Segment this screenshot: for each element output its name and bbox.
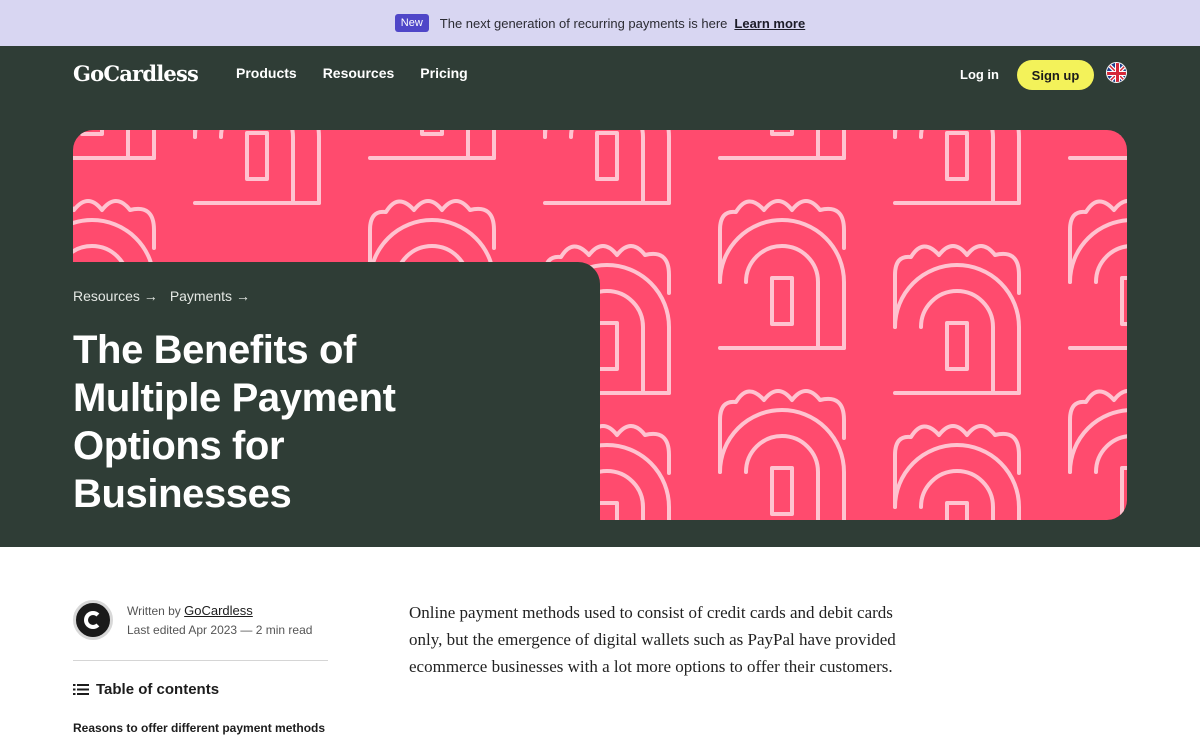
- author-avatar: [73, 600, 113, 640]
- gocardless-logo[interactable]: GoCardless: [73, 61, 199, 86]
- table-of-contents-header[interactable]: Table of contents: [73, 681, 219, 698]
- breadcrumb-resources[interactable]: Resources →: [73, 288, 158, 304]
- new-badge: New: [394, 14, 429, 32]
- written-by-label: Written by: [127, 603, 181, 618]
- author-block: Written by GoCardless Last edited Apr 20…: [73, 600, 312, 640]
- breadcrumb-payments[interactable]: Payments →: [170, 288, 250, 304]
- toc-title: Table of contents: [96, 681, 220, 698]
- learn-more-link[interactable]: Learn more: [734, 16, 805, 31]
- author-name-link[interactable]: GoCardless: [184, 603, 253, 618]
- announcement-bar: New The next generation of recurring pay…: [0, 0, 1200, 46]
- nav-links: Products Resources Pricing: [236, 65, 468, 81]
- article-intro: Online payment methods used to consist o…: [409, 603, 896, 676]
- gocardless-logo-icon: [84, 611, 102, 629]
- list-icon: [73, 684, 89, 695]
- author-meta: Written by GoCardless Last edited Apr 20…: [127, 601, 312, 640]
- main-nav: GoCardless Products Resources Pricing Lo…: [0, 46, 1200, 104]
- breadcrumb: Resources → Payments →: [73, 288, 250, 304]
- login-link[interactable]: Log in: [960, 67, 999, 82]
- announcement-text: The next generation of recurring payment…: [439, 15, 728, 31]
- toc-item[interactable]: Reasons to offer different payment metho…: [73, 721, 325, 735]
- nav-pricing[interactable]: Pricing: [420, 65, 467, 81]
- last-edited-text: Last edited Apr 2023 — 2 min read: [127, 622, 313, 637]
- page-title: The Benefits of Multiple Payment Options…: [73, 328, 396, 516]
- sidebar-divider: [73, 660, 328, 661]
- uk-flag-icon[interactable]: [1106, 62, 1127, 83]
- signup-button[interactable]: Sign up: [1017, 60, 1094, 90]
- nav-products[interactable]: Products: [236, 65, 297, 81]
- nav-resources[interactable]: Resources: [323, 65, 395, 81]
